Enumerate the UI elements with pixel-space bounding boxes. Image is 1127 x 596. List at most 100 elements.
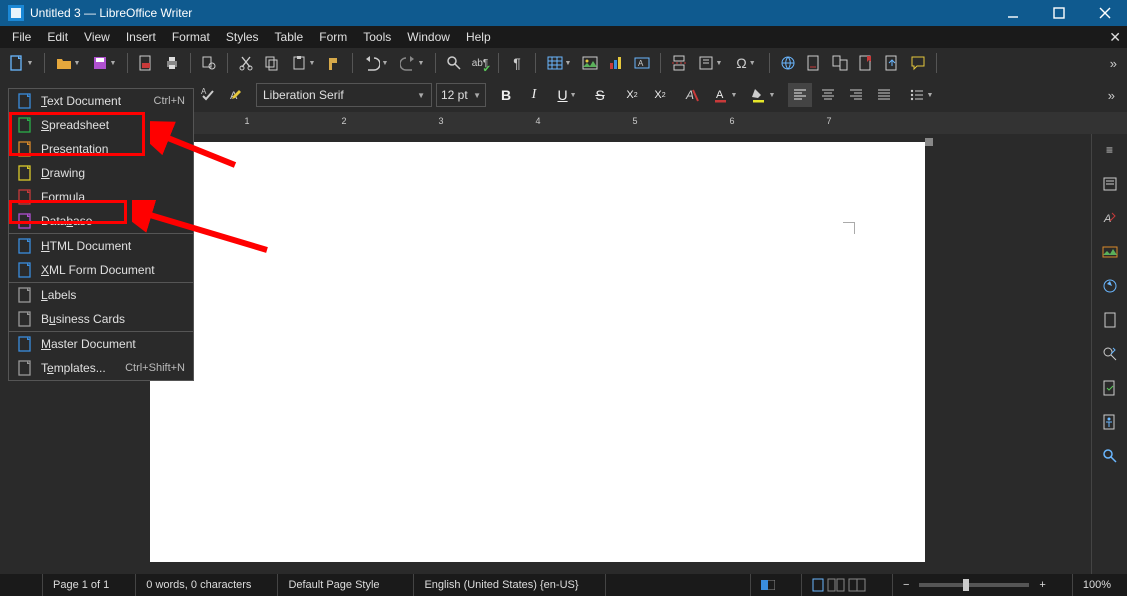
clear-formatting-button[interactable]: A xyxy=(680,83,704,107)
menu-tools[interactable]: Tools xyxy=(355,28,399,46)
newdoc-item-text-document[interactable]: Text DocumentCtrl+N xyxy=(9,89,193,113)
font-color-button[interactable]: A▼ xyxy=(708,83,742,107)
status-word-count[interactable]: 0 words, 0 characters xyxy=(135,574,261,596)
document-close-icon[interactable]: ✕ xyxy=(1109,29,1121,46)
multi-page-view-icon[interactable] xyxy=(827,578,845,592)
align-right-button[interactable] xyxy=(844,83,868,107)
toolbar-overflow-button[interactable]: » xyxy=(1104,56,1123,71)
insert-chart-button[interactable] xyxy=(604,51,628,75)
sidebar-page-icon[interactable] xyxy=(1098,308,1122,332)
zoom-controls[interactable]: − + xyxy=(892,574,1056,596)
status-selection-mode[interactable] xyxy=(750,574,785,596)
toggle-print-preview-button[interactable] xyxy=(197,51,221,75)
undo-button[interactable]: ▼ xyxy=(359,51,393,75)
save-button[interactable]: ▼ xyxy=(87,51,121,75)
status-insert-mode[interactable] xyxy=(605,574,734,596)
save-status-icon[interactable] xyxy=(6,574,26,596)
statusbar: Page 1 of 1 0 words, 0 characters Defaul… xyxy=(0,574,1127,596)
italic-button[interactable]: I xyxy=(522,83,546,107)
open-button[interactable]: ▼ xyxy=(51,51,85,75)
minimize-button[interactable] xyxy=(999,3,1027,23)
sidebar-styles-icon[interactable]: A xyxy=(1098,206,1122,230)
highlight-color-button[interactable]: ▼ xyxy=(746,83,780,107)
zoom-out-icon[interactable]: − xyxy=(903,579,909,591)
formatting-marks-button[interactable]: ¶ xyxy=(505,51,529,75)
menu-edit[interactable]: Edit xyxy=(39,28,76,46)
font-name-combo[interactable]: Liberation Serif▼ xyxy=(256,83,432,107)
menu-format[interactable]: Format xyxy=(164,28,218,46)
print-button[interactable] xyxy=(160,51,184,75)
justify-button[interactable] xyxy=(872,83,896,107)
insert-comment-button[interactable] xyxy=(906,51,930,75)
insert-page-break-button[interactable] xyxy=(667,51,691,75)
svg-text:A: A xyxy=(638,59,644,68)
redo-button[interactable]: ▼ xyxy=(395,51,429,75)
insert-table-button[interactable]: ▼ xyxy=(542,51,576,75)
zoom-in-icon[interactable]: + xyxy=(1039,579,1045,591)
new-document-split-button[interactable]: ▼ xyxy=(4,51,38,75)
zoom-slider[interactable] xyxy=(919,583,1029,587)
zoom-percent[interactable]: 100% xyxy=(1072,574,1121,596)
insert-hyperlink-button[interactable] xyxy=(776,51,800,75)
insert-cross-reference-button[interactable] xyxy=(880,51,904,75)
underline-button[interactable]: U▼ xyxy=(550,83,584,107)
sidebar-manage-changes-icon[interactable] xyxy=(1098,376,1122,400)
menu-view[interactable]: View xyxy=(76,28,118,46)
menu-file[interactable]: File xyxy=(4,28,39,46)
insert-footnote-button[interactable] xyxy=(802,51,826,75)
sidebar-menu-icon[interactable]: ≡ xyxy=(1098,138,1122,162)
insert-special-char-button[interactable]: Ω▼ xyxy=(729,51,763,75)
insert-image-button[interactable] xyxy=(578,51,602,75)
newdoc-item-xml-form-document[interactable]: XML Form Document xyxy=(9,258,193,282)
font-size-combo[interactable]: 12 pt▼ xyxy=(436,83,486,107)
new-style-button[interactable]: A xyxy=(224,83,248,107)
sidebar-find-icon[interactable] xyxy=(1098,444,1122,468)
menu-table[interactable]: Table xyxy=(267,28,312,46)
bold-button[interactable]: B xyxy=(494,83,518,107)
status-page-style[interactable]: Default Page Style xyxy=(277,574,397,596)
sidebar-style-inspector-icon[interactable] xyxy=(1098,342,1122,366)
sidebar-properties-icon[interactable] xyxy=(1098,172,1122,196)
sidebar-accessibility-icon[interactable] xyxy=(1098,410,1122,434)
status-language[interactable]: English (United States) {en-US} xyxy=(413,574,588,596)
toolbar2-overflow-button[interactable]: » xyxy=(1102,88,1121,103)
close-button[interactable] xyxy=(1091,3,1119,23)
maximize-button[interactable] xyxy=(1045,3,1073,23)
status-page[interactable]: Page 1 of 1 xyxy=(42,574,119,596)
cut-button[interactable] xyxy=(234,51,258,75)
superscript-button[interactable]: X2 xyxy=(620,83,644,107)
align-left-button[interactable] xyxy=(788,83,812,107)
align-center-button[interactable] xyxy=(816,83,840,107)
insert-field-button[interactable]: ▼ xyxy=(693,51,727,75)
ruler-number: 5 xyxy=(632,116,637,126)
subscript-button[interactable]: X2 xyxy=(648,83,672,107)
single-page-view-icon[interactable] xyxy=(812,578,824,592)
newdoc-item-business-cards[interactable]: Business Cards xyxy=(9,307,193,331)
newdoc-item-label: Master Document xyxy=(41,337,177,351)
menu-insert[interactable]: Insert xyxy=(118,28,164,46)
spellcheck-button[interactable]: ab¶✔ xyxy=(468,51,492,75)
unordered-list-button[interactable]: ▼ xyxy=(904,83,938,107)
clone-formatting-button[interactable] xyxy=(322,51,346,75)
svg-text:A: A xyxy=(716,89,724,101)
menu-window[interactable]: Window xyxy=(399,28,458,46)
find-replace-button[interactable] xyxy=(442,51,466,75)
update-style-button[interactable]: A xyxy=(196,83,220,107)
newdoc-item-templates-[interactable]: Templates...Ctrl+Shift+N xyxy=(9,356,193,380)
insert-bookmark-button[interactable] xyxy=(854,51,878,75)
export-pdf-button[interactable] xyxy=(134,51,158,75)
strikethrough-button[interactable]: S xyxy=(588,83,612,107)
newdoc-item-labels[interactable]: Labels xyxy=(9,282,193,307)
sidebar-gallery-icon[interactable] xyxy=(1098,240,1122,264)
view-layout-buttons[interactable] xyxy=(801,574,876,596)
menu-help[interactable]: Help xyxy=(458,28,499,46)
insert-text-box-button[interactable]: A xyxy=(630,51,654,75)
sidebar-navigator-icon[interactable] xyxy=(1098,274,1122,298)
book-view-icon[interactable] xyxy=(848,578,866,592)
menu-form[interactable]: Form xyxy=(311,28,355,46)
newdoc-item-master-document[interactable]: Master Document xyxy=(9,331,193,356)
copy-button[interactable] xyxy=(260,51,284,75)
menu-styles[interactable]: Styles xyxy=(218,28,267,46)
insert-endnote-button[interactable] xyxy=(828,51,852,75)
paste-button[interactable]: ▼ xyxy=(286,51,320,75)
